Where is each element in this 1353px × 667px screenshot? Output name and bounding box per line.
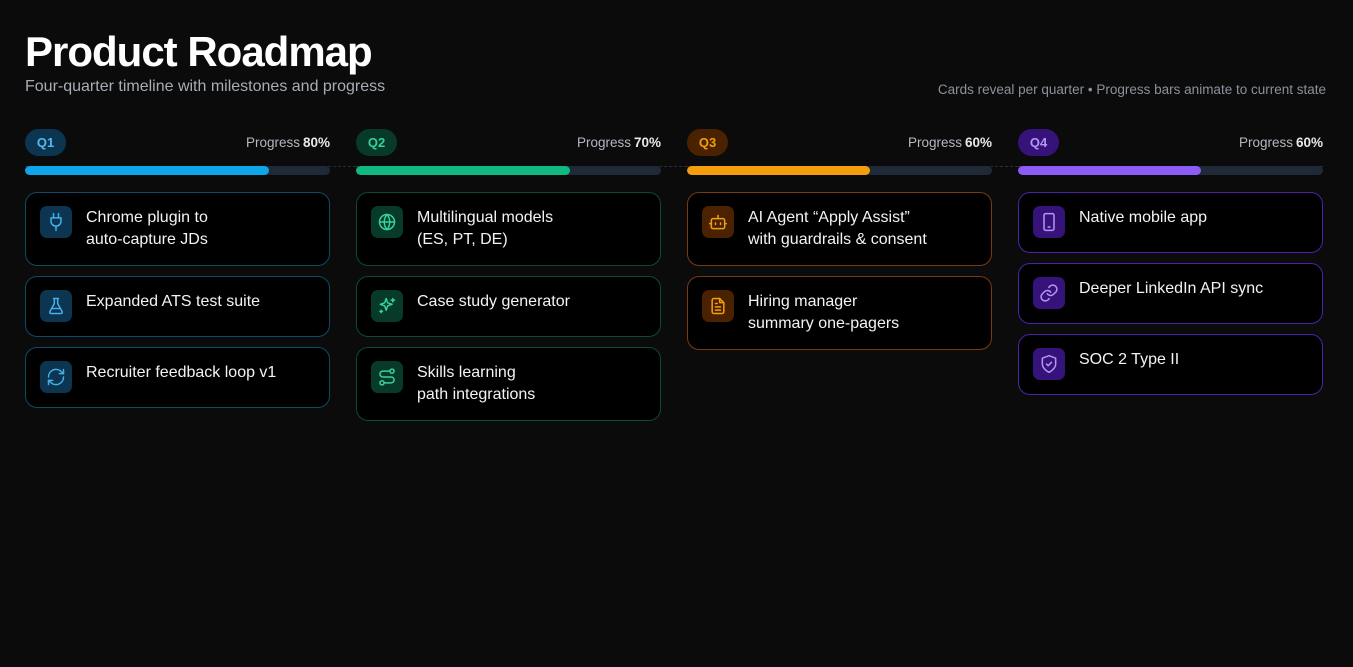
quarter-header: Q2 Progress 70% — [356, 127, 661, 157]
milestone-title: Deeper LinkedIn API sync — [1079, 277, 1263, 300]
progress-percent: 60% — [1295, 134, 1323, 150]
progress-label: Progress 60% — [908, 135, 992, 150]
quarter-column-q1: Q1 Progress 80% Chrome plugin to auto-captur… — [25, 125, 356, 421]
quarter-badge: Q3 — [687, 128, 728, 156]
progress-bar — [25, 166, 330, 175]
progress-bar — [687, 166, 992, 175]
milestone-title: Multilingual models (ES, PT, DE) — [417, 206, 553, 251]
milestone-card[interactable]: SOC 2 Type II — [1018, 334, 1323, 395]
milestone-card[interactable]: Hiring manager summary one-pagers — [687, 276, 992, 350]
milestone-title-line: Chrome plugin to — [86, 209, 208, 226]
milestone-card[interactable]: AI Agent “Apply Assist” with guardrails &… — [687, 192, 992, 266]
progress-bar-fill — [25, 166, 269, 175]
roadmap-page: Product Roadmap Four-quarter timeline wi… — [0, 0, 1353, 667]
quarter-columns: Q1 Progress 80% Chrome plugin to auto-captur… — [25, 125, 1326, 421]
milestone-title-line: AI Agent “Apply Assist” — [748, 209, 910, 226]
milestone-title: Skills learning path integrations — [417, 361, 535, 406]
quarter-badge: Q4 — [1018, 128, 1059, 156]
milestone-title-line: (ES, PT, DE) — [417, 231, 508, 248]
quarter-header: Q1 Progress 80% — [25, 127, 330, 157]
milestone-title-line: Hiring manager — [748, 293, 858, 310]
route-icon — [371, 361, 403, 393]
milestone-title-line: Multilingual models — [417, 209, 554, 226]
progress-word: Progress — [576, 134, 631, 150]
smartphone-icon — [1033, 206, 1065, 238]
milestone-title-line: auto-capture JDs — [86, 231, 208, 248]
progress-bar-fill — [1018, 166, 1201, 175]
progress-bar-fill — [687, 166, 870, 175]
milestone-list: Multilingual models (ES, PT, DE) Case stud… — [356, 192, 661, 421]
milestone-title-line: Case study generator — [417, 293, 570, 310]
milestone-title-line: Native mobile app — [1079, 209, 1208, 226]
sparkles-icon — [371, 290, 403, 322]
milestone-list: AI Agent “Apply Assist” with guardrails &… — [687, 192, 992, 350]
shield-check-icon — [1033, 348, 1065, 380]
milestone-card[interactable]: Deeper LinkedIn API sync — [1018, 263, 1323, 324]
milestone-title: Chrome plugin to auto-capture JDs — [86, 206, 208, 251]
quarter-header: Q4 Progress 60% — [1018, 127, 1323, 157]
page-subtitle: Four-quarter timeline with milestones an… — [25, 78, 386, 95]
milestone-title: Native mobile app — [1079, 206, 1207, 229]
refresh-icon — [40, 361, 72, 393]
header: Product Roadmap Four-quarter timeline wi… — [25, 0, 1326, 125]
quarter-badge: Q2 — [356, 128, 397, 156]
progress-word: Progress — [907, 134, 962, 150]
progress-percent: 70% — [633, 134, 661, 150]
progress-percent: 60% — [964, 134, 992, 150]
milestone-title-line: Deeper LinkedIn API sync — [1079, 280, 1264, 297]
progress-bar — [356, 166, 661, 175]
globe-icon — [371, 206, 403, 238]
progress-word: Progress — [245, 134, 300, 150]
milestone-title-line: Skills learning — [417, 364, 516, 381]
milestone-title-line: path integrations — [417, 386, 536, 403]
milestone-list: Native mobile app Deeper LinkedIn API syn… — [1018, 192, 1323, 395]
milestone-title: SOC 2 Type II — [1079, 348, 1179, 371]
milestone-title-line: SOC 2 Type II — [1079, 351, 1180, 368]
milestone-card[interactable]: Recruiter feedback loop v1 — [25, 347, 330, 408]
milestone-card[interactable]: Multilingual models (ES, PT, DE) — [356, 192, 661, 266]
quarter-column-q2: Q2 Progress 70% Multilingual models (ES, PT,… — [356, 125, 687, 421]
milestone-title: Recruiter feedback loop v1 — [86, 361, 276, 384]
milestone-card[interactable]: Skills learning path integrations — [356, 347, 661, 421]
milestone-title-line: Recruiter feedback loop v1 — [86, 364, 277, 381]
milestone-title: Case study generator — [417, 290, 570, 313]
milestone-card[interactable]: Case study generator — [356, 276, 661, 337]
milestone-title-line: with guardrails & consent — [748, 231, 927, 248]
milestone-card[interactable]: Expanded ATS test suite — [25, 276, 330, 337]
document-icon — [702, 290, 734, 322]
progress-bar — [1018, 166, 1323, 175]
link-icon — [1033, 277, 1065, 309]
milestone-list: Chrome plugin to auto-capture JDs Expanded… — [25, 192, 330, 408]
animation-hint: Cards reveal per quarter • Progress bars… — [937, 82, 1326, 97]
quarter-column-q3: Q3 Progress 60% AI Agent “Apply Assist” with… — [687, 125, 1018, 421]
quarter-badge: Q1 — [25, 128, 66, 156]
flask-icon — [40, 290, 72, 322]
quarter-column-q4: Q4 Progress 60% Native mobile app Deeper Lin… — [1018, 125, 1323, 421]
progress-label: Progress 60% — [1239, 135, 1323, 150]
milestone-title: Hiring manager summary one-pagers — [748, 290, 899, 335]
progress-label: Progress 80% — [246, 135, 330, 150]
milestone-title-line: Expanded ATS test suite — [86, 293, 261, 310]
milestone-title: AI Agent “Apply Assist” with guardrails &… — [748, 206, 927, 251]
plug-icon — [40, 206, 72, 238]
progress-label: Progress 70% — [577, 135, 661, 150]
quarter-header: Q3 Progress 60% — [687, 127, 992, 157]
progress-bar-fill — [356, 166, 570, 175]
bot-icon — [702, 206, 734, 238]
milestone-title: Expanded ATS test suite — [86, 290, 260, 313]
progress-percent: 80% — [302, 134, 330, 150]
milestone-card[interactable]: Native mobile app — [1018, 192, 1323, 253]
milestone-card[interactable]: Chrome plugin to auto-capture JDs — [25, 192, 330, 266]
page-title: Product Roadmap — [25, 28, 373, 75]
milestone-title-line: summary one-pagers — [748, 315, 900, 332]
progress-word: Progress — [1238, 134, 1293, 150]
